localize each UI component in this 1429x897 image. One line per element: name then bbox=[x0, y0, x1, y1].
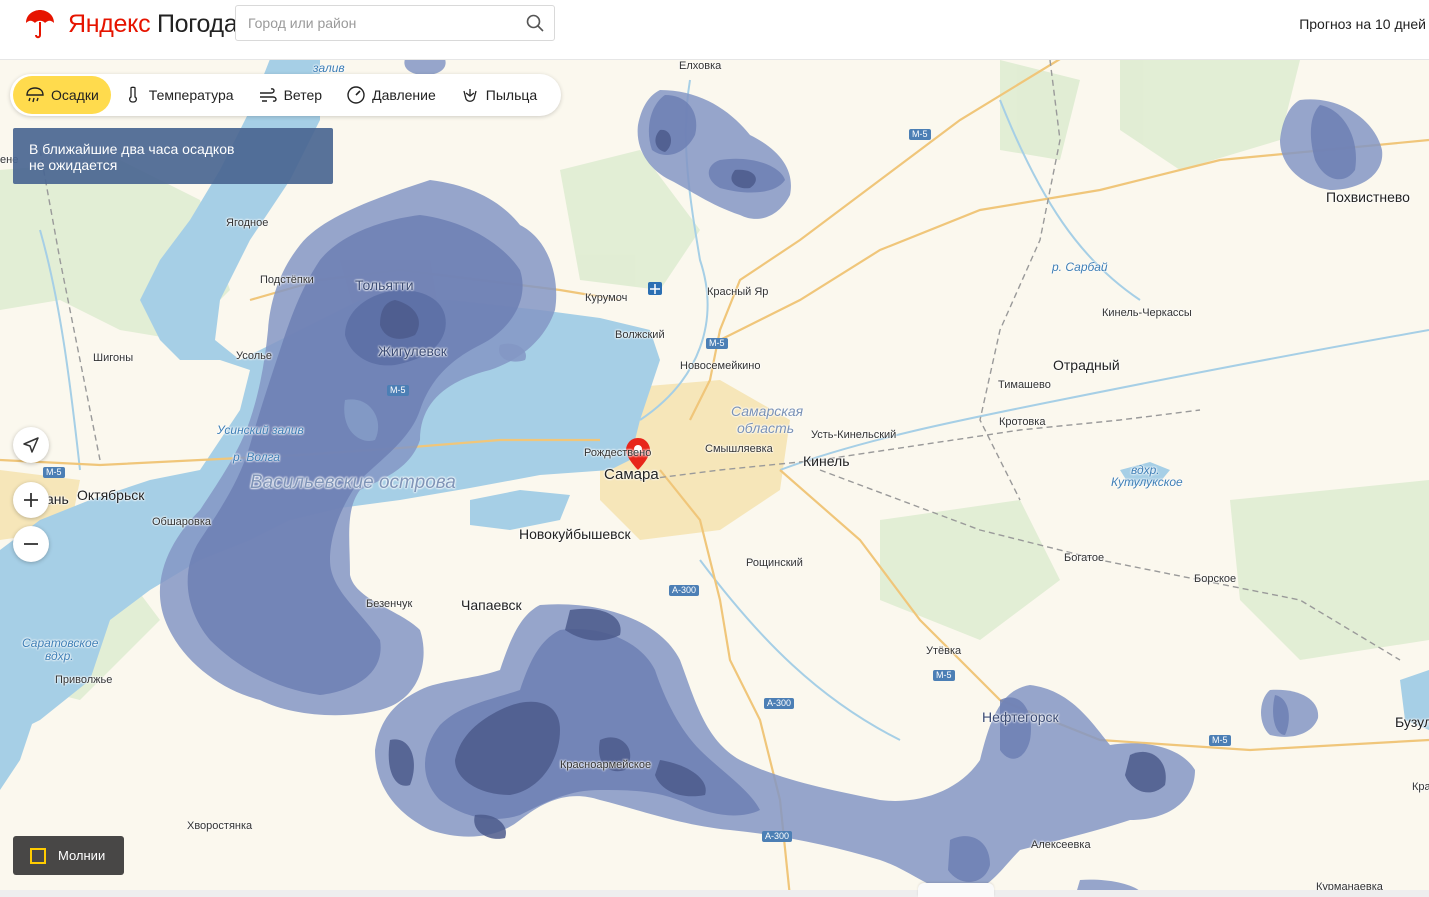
place-label: Кинель-Черкассы bbox=[1102, 307, 1192, 319]
tab-label: Пыльца bbox=[485, 87, 538, 103]
road-shield-m5: M-5 bbox=[43, 467, 65, 478]
road-shield-m5: M-5 bbox=[909, 129, 931, 140]
place-label: Кротовка bbox=[999, 416, 1046, 428]
city-label-neftegorsk[interactable]: Нефтегорск bbox=[982, 709, 1059, 725]
city-label-novokuybyshevsk[interactable]: Новокуйбышевск bbox=[519, 526, 631, 542]
place-label: Волжский bbox=[615, 329, 665, 341]
tab-pollen[interactable]: Пыльца bbox=[448, 76, 549, 114]
search-icon[interactable] bbox=[526, 14, 544, 32]
tab-precipitation[interactable]: Осадки bbox=[13, 76, 111, 114]
place-label: Усть-Кинельский bbox=[811, 429, 897, 441]
pressure-gauge-icon bbox=[347, 86, 365, 104]
timeline-strip bbox=[0, 890, 1429, 897]
tab-label: Температура bbox=[148, 87, 234, 103]
reservoir-label: вдхр. bbox=[45, 649, 74, 663]
place-label: Приволжье bbox=[55, 674, 113, 686]
place-label: Усолье bbox=[236, 350, 273, 362]
zoom-out-button[interactable] bbox=[13, 526, 49, 562]
place-label: Курумоч bbox=[585, 292, 628, 304]
city-label-oktyabrsk[interactable]: Октябрьск bbox=[77, 487, 144, 503]
tab-label: Осадки bbox=[51, 87, 99, 103]
place-label: Шигоны bbox=[93, 352, 134, 364]
region-label: Самарская bbox=[731, 403, 804, 419]
place-label: Ягодное bbox=[226, 217, 269, 229]
place-label: Хворостянка bbox=[187, 820, 253, 832]
road-shield-m5: M-5 bbox=[933, 670, 955, 681]
pollen-icon bbox=[463, 89, 477, 102]
bay-label: Усинский залив bbox=[217, 423, 304, 437]
zoom-in-button[interactable] bbox=[13, 482, 49, 518]
road-shield-a300: A-300 bbox=[764, 698, 795, 709]
place-label: Тимашево bbox=[998, 379, 1051, 391]
wind-icon bbox=[259, 88, 277, 102]
layer-tabs: Осадки Температура Ветер Давление Пыльца bbox=[10, 74, 562, 116]
reservoir-label: Саратовское bbox=[22, 636, 99, 650]
city-label-otradny[interactable]: Отрадный bbox=[1053, 357, 1120, 373]
city-label-chapaevsk[interactable]: Чапаевск bbox=[461, 597, 522, 613]
place-label: Безенчук bbox=[366, 598, 413, 610]
nowcast-info-box: В ближайшие два часа осадков не ожидаетс… bbox=[13, 128, 333, 184]
place-label: Богатое bbox=[1064, 552, 1105, 564]
place-label: Красный Яр bbox=[707, 286, 769, 298]
city-label-samara[interactable]: Самара bbox=[604, 466, 659, 483]
city-label-zhigulevsk[interactable]: Жигулевск bbox=[378, 343, 447, 359]
tab-pressure[interactable]: Давление bbox=[334, 76, 448, 114]
airport-icon bbox=[648, 282, 662, 295]
place-label: Рощинский bbox=[746, 557, 803, 569]
place-label: Алексеевка bbox=[1031, 839, 1091, 851]
tab-wind[interactable]: Ветер bbox=[246, 76, 335, 114]
islands-label: Васильевские острова bbox=[250, 472, 456, 493]
reservoir-label: Кутулукское bbox=[1111, 475, 1183, 489]
city-label-pokhvistnevo[interactable]: Похвистнево bbox=[1326, 189, 1410, 205]
search-input[interactable] bbox=[248, 6, 508, 40]
tab-label: Ветер bbox=[283, 87, 323, 103]
umbrella-rain-icon bbox=[26, 87, 44, 103]
city-label-kinel[interactable]: Кинель bbox=[803, 453, 850, 469]
road-shield-a300: A-300 bbox=[669, 585, 700, 596]
place-label: Подстёпки bbox=[260, 274, 314, 286]
place-label: Елховка bbox=[679, 60, 722, 72]
timeline-handle[interactable] bbox=[918, 883, 994, 897]
place-label: Красноармейское bbox=[560, 759, 652, 771]
place-label: Новосемейкино bbox=[680, 360, 761, 372]
tab-label: Давление bbox=[372, 87, 436, 103]
header: Яндекс Погода Прогноз на 10 дней bbox=[0, 0, 1429, 60]
bay-label: залив bbox=[313, 61, 345, 75]
road-shield-m5: M-5 bbox=[1209, 735, 1231, 746]
road-shield-m5: M-5 bbox=[387, 385, 409, 396]
thermometer-icon bbox=[128, 86, 137, 103]
minus-icon bbox=[24, 543, 38, 545]
info-line-2: не ожидается bbox=[29, 157, 118, 173]
region-label: область bbox=[737, 420, 795, 436]
precipitation-map[interactable]: M-5 M-5 M-5 M-5 M-5 M-5 A-300 A-300 A-30… bbox=[0, 59, 1429, 897]
river-label: р. Волга bbox=[233, 450, 280, 464]
river-label: р. Сарбай bbox=[1052, 260, 1108, 274]
lightning-label: Молнии bbox=[58, 848, 106, 863]
road-shield-m5: M-5 bbox=[706, 338, 728, 349]
lightning-toggle[interactable]: Молнии bbox=[13, 836, 124, 875]
search-box bbox=[235, 5, 555, 41]
geolocation-button[interactable] bbox=[13, 427, 49, 463]
navigation-arrow-icon bbox=[23, 437, 39, 453]
place-label: Кра bbox=[1412, 781, 1429, 793]
logo-brand: Яндекс bbox=[68, 10, 151, 38]
place-label: Борское bbox=[1194, 573, 1237, 585]
logo-product: Погода bbox=[156, 10, 238, 38]
city-label-buzuluk-fragment: Бузул bbox=[1395, 714, 1429, 730]
city-label-syzran-fragment: ань bbox=[46, 491, 69, 507]
umbrella-logo-icon[interactable] bbox=[24, 8, 56, 40]
map-canvas bbox=[0, 59, 1429, 897]
place-label: Утёвка bbox=[926, 645, 962, 657]
info-line-1: В ближайшие два часа осадков bbox=[29, 141, 235, 157]
place-label: Обшаровка bbox=[152, 516, 212, 528]
tab-temperature[interactable]: Температура bbox=[111, 76, 246, 114]
city-label-tolyatti[interactable]: Тольятти bbox=[355, 277, 414, 293]
plus-icon bbox=[24, 493, 38, 507]
road-shield-a300: A-300 bbox=[762, 831, 793, 842]
logo-text[interactable]: Яндекс Погода bbox=[68, 10, 238, 39]
place-label: Рождествено bbox=[584, 447, 652, 459]
forecast-10-days-link[interactable]: Прогноз на 10 дней bbox=[1299, 16, 1426, 32]
lightning-checkbox[interactable] bbox=[30, 847, 46, 864]
place-label: Смышляевка bbox=[705, 443, 773, 455]
